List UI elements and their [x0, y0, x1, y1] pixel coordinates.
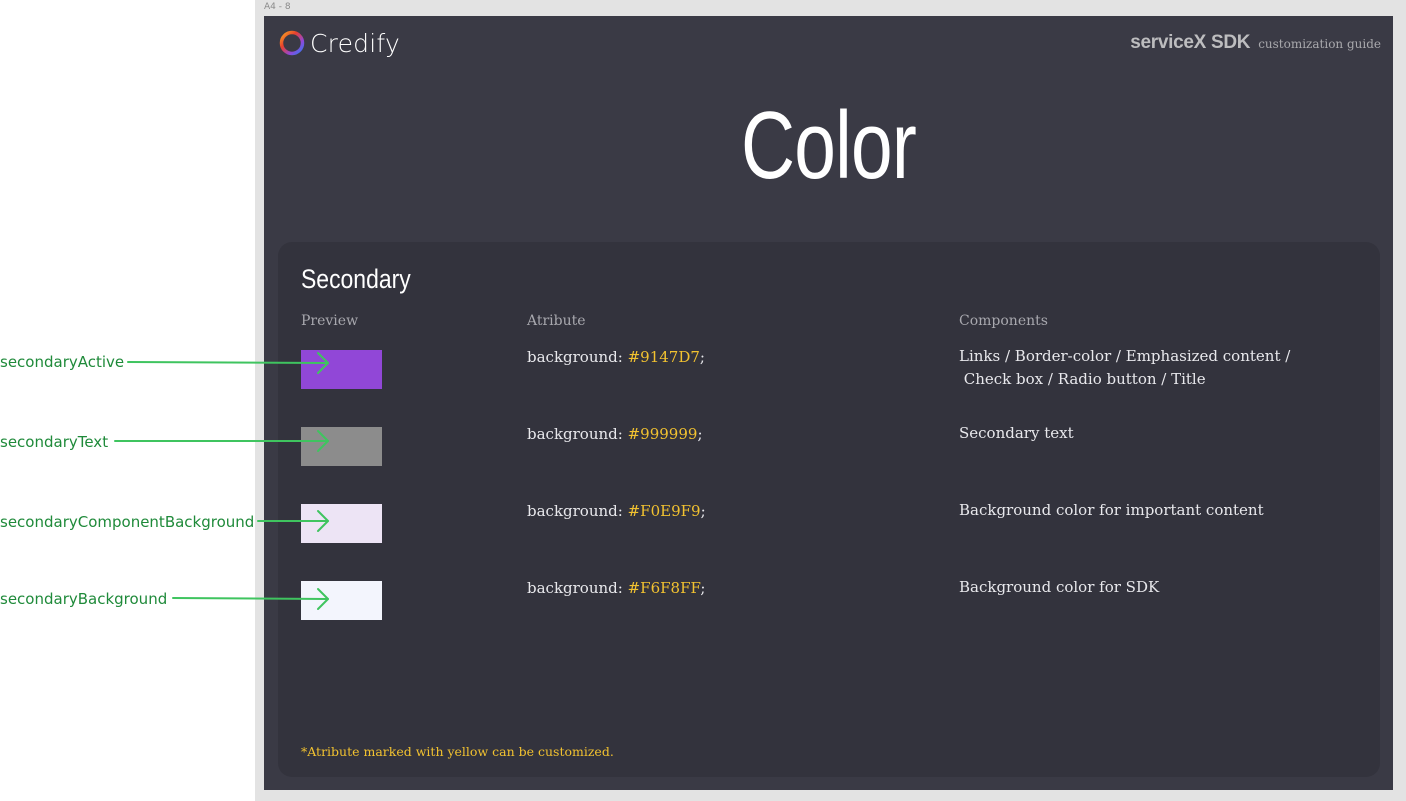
arrow-right-icon	[172, 588, 329, 610]
annotation-arrows	[114, 352, 329, 610]
arrow-right-icon	[257, 510, 329, 532]
arrow-right-icon	[127, 352, 329, 374]
arrow-right-icon	[114, 430, 329, 452]
